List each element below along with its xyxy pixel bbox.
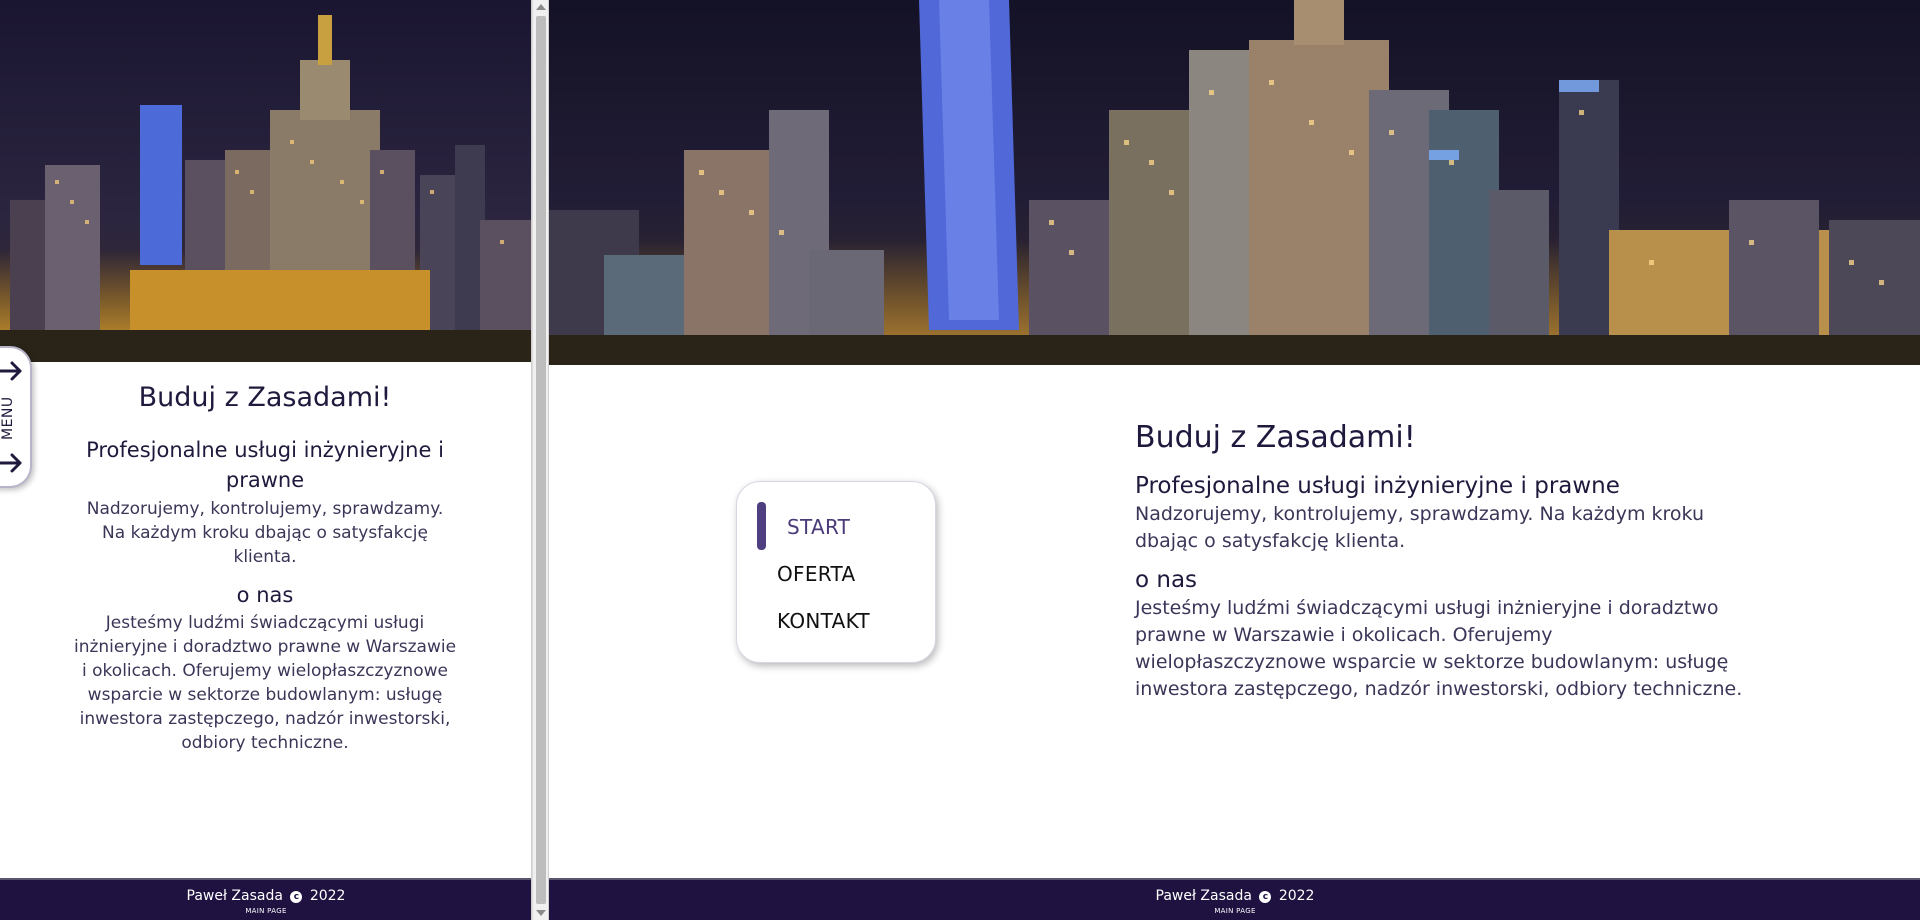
footer-credit: Paweł Zasada c 2022 (0, 880, 531, 904)
menu-label: MENU (0, 396, 16, 440)
hero-image (0, 0, 531, 362)
about-heading: o nas (236, 583, 294, 607)
copyright-icon: c (1259, 891, 1272, 903)
about-text: Jesteśmy ludźmi świadczącymi usługi inżn… (73, 613, 457, 753)
footer-author: Paweł Zasada (186, 888, 283, 904)
copyright-icon: c (290, 891, 303, 903)
nav-item-oferta[interactable]: OFERTA (777, 562, 855, 586)
active-indicator (757, 502, 766, 550)
arrow-right-icon (0, 361, 22, 381)
scrollbar-thumb[interactable] (536, 16, 546, 904)
scrollbar[interactable] (532, 0, 548, 920)
skyline-illustration (0, 0, 531, 362)
about-heading: o nas (1135, 567, 1198, 593)
nav-item-start[interactable]: START (787, 515, 850, 539)
about-text: Jesteśmy ludźmi świadczącymi usługi inżn… (1135, 597, 1743, 700)
footer-subtext: MAIN PAGE (245, 907, 287, 915)
footer-year: 2022 (309, 888, 346, 904)
mobile-main-content: Buduj z Zasadami! Profesjonalne usługi i… (60, 382, 470, 755)
desktop-main-content: Buduj z Zasadami! Profesjonalne usługi i… (1135, 420, 1755, 703)
nav-item-kontakt[interactable]: KONTAKT (777, 609, 870, 633)
scroll-down-icon[interactable] (536, 910, 546, 916)
desktop-preview-pane: START OFERTA KONTAKT Buduj z Zasadami! P… (548, 0, 1920, 920)
footer-credit: Paweł Zasada c 2022 (549, 880, 1920, 904)
footer-author: Paweł Zasada (1155, 888, 1252, 904)
arrow-right-icon (0, 453, 22, 473)
mobile-menu-toggle[interactable]: MENU (0, 346, 32, 488)
page-subtitle: Profesjonalne usługi inżynieryjne i praw… (1135, 473, 1620, 499)
footer: Paweł Zasada c 2022 MAIN PAGE (0, 878, 531, 920)
page-title: Buduj z Zasadami! (138, 382, 392, 413)
scroll-up-icon[interactable] (536, 4, 546, 10)
skyline-illustration (549, 0, 1920, 365)
page-title: Buduj z Zasadami! (1135, 420, 1416, 455)
footer-subtext: MAIN PAGE (1214, 907, 1256, 915)
intro-text: Nadzorujemy, kontrolujemy, sprawdzamy. N… (1135, 503, 1705, 552)
mobile-preview-pane: MENU Buduj z Zasadami! Profesjonalne usł… (0, 0, 532, 920)
hero-image (549, 0, 1920, 365)
page-subtitle: Profesjonalne usługi inżynieryjne i praw… (86, 438, 444, 492)
main-nav: START OFERTA KONTAKT (736, 481, 936, 663)
footer: Paweł Zasada c 2022 MAIN PAGE (549, 878, 1920, 920)
intro-text: Nadzorujemy, kontrolujemy, sprawdzamy. N… (86, 499, 444, 567)
footer-year: 2022 (1278, 888, 1315, 904)
